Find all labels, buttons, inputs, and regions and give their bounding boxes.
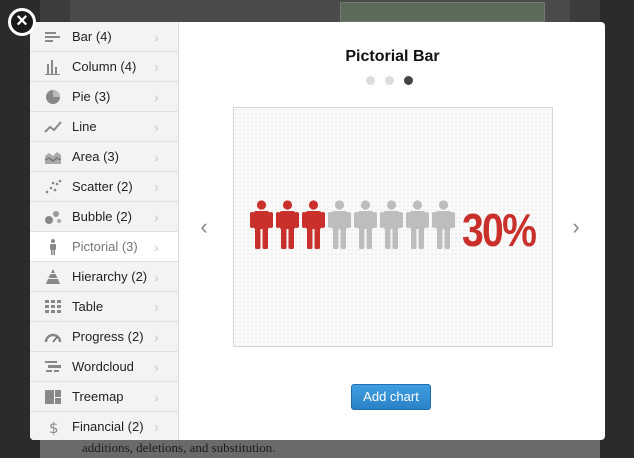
sidebar-item-table-grid[interactable]: Table › <box>30 292 178 322</box>
sidebar-item-label: Pie (3) <box>72 89 111 104</box>
sidebar-item-column-chart[interactable]: Column (4) › <box>30 52 178 82</box>
chevron-right-icon: › <box>154 88 159 105</box>
sidebar-item-label: Treemap <box>72 389 124 404</box>
person-figure-icon <box>302 200 325 255</box>
next-arrow-icon[interactable]: › <box>568 215 584 239</box>
bubble-chart-icon <box>44 208 62 226</box>
person-figure-icon <box>276 200 299 255</box>
sidebar-item-label: Progress (2) <box>72 329 144 344</box>
sidebar-item-hierarchy-pyramid[interactable]: Hierarchy (2) › <box>30 262 178 292</box>
person-figure-icon <box>328 200 351 255</box>
dollar-icon: $ <box>44 418 62 436</box>
page-indicator <box>366 76 413 85</box>
chevron-right-icon: › <box>154 268 159 285</box>
sidebar-item-label: Table <box>72 299 104 314</box>
svg-text:$: $ <box>49 419 59 436</box>
sidebar-item-wordcloud[interactable]: Wordcloud › <box>30 352 178 382</box>
sidebar-item-pie-chart[interactable]: Pie (3) › <box>30 82 178 112</box>
column-chart-icon <box>44 58 62 76</box>
chevron-right-icon: › <box>154 298 159 315</box>
pictorial-person-icon <box>44 238 62 256</box>
person-figure-icon <box>250 200 273 255</box>
close-icon[interactable]: × <box>8 8 36 36</box>
person-figure-icon <box>380 200 403 255</box>
table-grid-icon <box>44 298 62 316</box>
progress-gauge-icon <box>44 328 62 346</box>
chevron-right-icon: › <box>154 238 159 255</box>
sidebar-item-bubble-chart[interactable]: Bubble (2) › <box>30 202 178 232</box>
previous-arrow-icon[interactable]: ‹ <box>196 215 212 239</box>
sidebar-item-label: Column (4) <box>72 59 137 74</box>
wordcloud-icon <box>44 358 62 376</box>
sidebar-item-label: Financial (2) <box>72 419 144 434</box>
chevron-right-icon: › <box>154 178 159 195</box>
page-dot[interactable] <box>385 76 394 85</box>
page-dot[interactable] <box>404 76 413 85</box>
sidebar-item-scatter-chart[interactable]: Scatter (2) › <box>30 172 178 202</box>
chevron-right-icon: › <box>154 28 159 45</box>
sidebar-item-label: Hierarchy (2) <box>72 269 148 284</box>
chevron-right-icon: › <box>154 388 159 405</box>
chart-type-sidebar: Bar (4) › Column (4) › Pie (3) › Line › Area (3)… <box>30 22 179 440</box>
chevron-right-icon: › <box>154 418 159 435</box>
sidebar-item-dollar[interactable]: $ Financial (2) › <box>30 412 178 440</box>
sidebar-item-label: Area (3) <box>72 149 119 164</box>
sidebar-item-treemap[interactable]: Treemap › <box>30 382 178 412</box>
chart-picker-modal: Bar (4) › Column (4) › Pie (3) › Line › Area (3)… <box>30 22 605 440</box>
sidebar-item-label: Scatter (2) <box>72 179 133 194</box>
chevron-right-icon: › <box>154 358 159 375</box>
sidebar-item-label: Bubble (2) <box>72 209 132 224</box>
chevron-right-icon: › <box>154 58 159 75</box>
treemap-icon <box>44 388 62 406</box>
sidebar-item-label: Line <box>72 119 97 134</box>
sidebar-item-area-chart[interactable]: Area (3) › <box>30 142 178 172</box>
chart-preview-canvas: 30% <box>233 107 553 347</box>
person-figure-icon <box>432 200 455 255</box>
sidebar-item-label: Bar (4) <box>72 29 112 44</box>
bar-chart-icon <box>44 28 62 46</box>
background-text: additions, deletions, and substitution. <box>82 440 276 455</box>
chevron-right-icon: › <box>154 118 159 135</box>
background-thumbnail <box>340 2 545 22</box>
add-chart-button[interactable]: Add chart <box>351 384 431 410</box>
hierarchy-pyramid-icon <box>44 268 62 286</box>
pie-chart-icon <box>44 88 62 106</box>
pictorial-figures <box>250 200 455 255</box>
sidebar-item-pictorial-person[interactable]: Pictorial (3) › <box>30 232 178 262</box>
person-figure-icon <box>406 200 429 255</box>
chart-preview-panel: Pictorial Bar ‹ › 30% Add chart <box>180 22 605 440</box>
chevron-right-icon: › <box>154 148 159 165</box>
sidebar-item-label: Wordcloud <box>72 359 134 374</box>
scatter-chart-icon <box>44 178 62 196</box>
sidebar-item-bar-chart[interactable]: Bar (4) › <box>30 22 178 52</box>
line-chart-icon <box>44 118 62 136</box>
sidebar-item-label: Pictorial (3) <box>72 239 138 254</box>
preview-title: Pictorial Bar <box>345 48 440 65</box>
sidebar-item-progress-gauge[interactable]: Progress (2) › <box>30 322 178 352</box>
sidebar-item-line-chart[interactable]: Line › <box>30 112 178 142</box>
area-chart-icon <box>44 148 62 166</box>
person-figure-icon <box>354 200 377 255</box>
page-dot[interactable] <box>366 76 375 85</box>
chevron-right-icon: › <box>154 328 159 345</box>
pictorial-value: 30% <box>462 204 537 256</box>
chevron-right-icon: › <box>154 208 159 225</box>
